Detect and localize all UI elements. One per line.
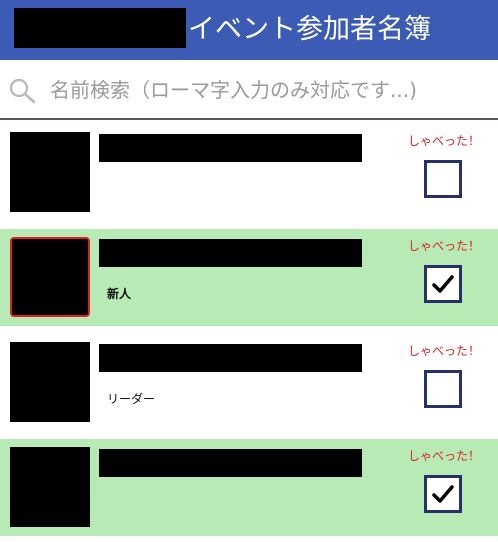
avatar — [10, 447, 90, 527]
page-title: イベント参加者名簿 — [188, 14, 431, 45]
role-label: リーダー — [107, 392, 156, 406]
participant-row-3[interactable]: リーダー しゃべった！ — [0, 334, 498, 431]
spoke-label: しゃべった！ — [407, 449, 480, 463]
spoke-label: しゃべった！ — [407, 344, 480, 358]
redacted-name — [99, 344, 362, 372]
search-icon — [9, 78, 36, 104]
search-input[interactable] — [50, 72, 490, 108]
spoke-checkbox[interactable] — [424, 370, 462, 408]
avatar — [10, 342, 90, 422]
spoke-checkbox[interactable] — [424, 475, 462, 513]
redacted-name — [99, 134, 362, 162]
app-header: イベント参加者名簿 — [0, 0, 498, 60]
redacted-name — [99, 239, 362, 267]
spoke-checkbox[interactable] — [424, 160, 462, 198]
participant-row-2[interactable]: 新人 しゃべった！ — [0, 229, 498, 326]
spoke-checkbox[interactable] — [424, 265, 462, 303]
role-label: 新人 — [107, 287, 132, 301]
spoke-label: しゃべった！ — [407, 239, 480, 253]
checkmark-icon — [432, 275, 454, 293]
avatar — [10, 132, 90, 212]
avatar — [10, 237, 90, 317]
spoke-label: しゃべった！ — [407, 134, 480, 148]
redacted-event-name — [14, 8, 186, 48]
search-bar — [0, 60, 498, 120]
participant-list-app: イベント参加者名簿 しゃべった！ 新人 しゃべった！ — [0, 0, 498, 542]
participant-row-1[interactable]: しゃべった！ — [0, 124, 498, 221]
checkmark-icon — [432, 485, 454, 503]
participant-row-4[interactable]: しゃべった！ — [0, 439, 498, 536]
redacted-name — [99, 449, 362, 477]
